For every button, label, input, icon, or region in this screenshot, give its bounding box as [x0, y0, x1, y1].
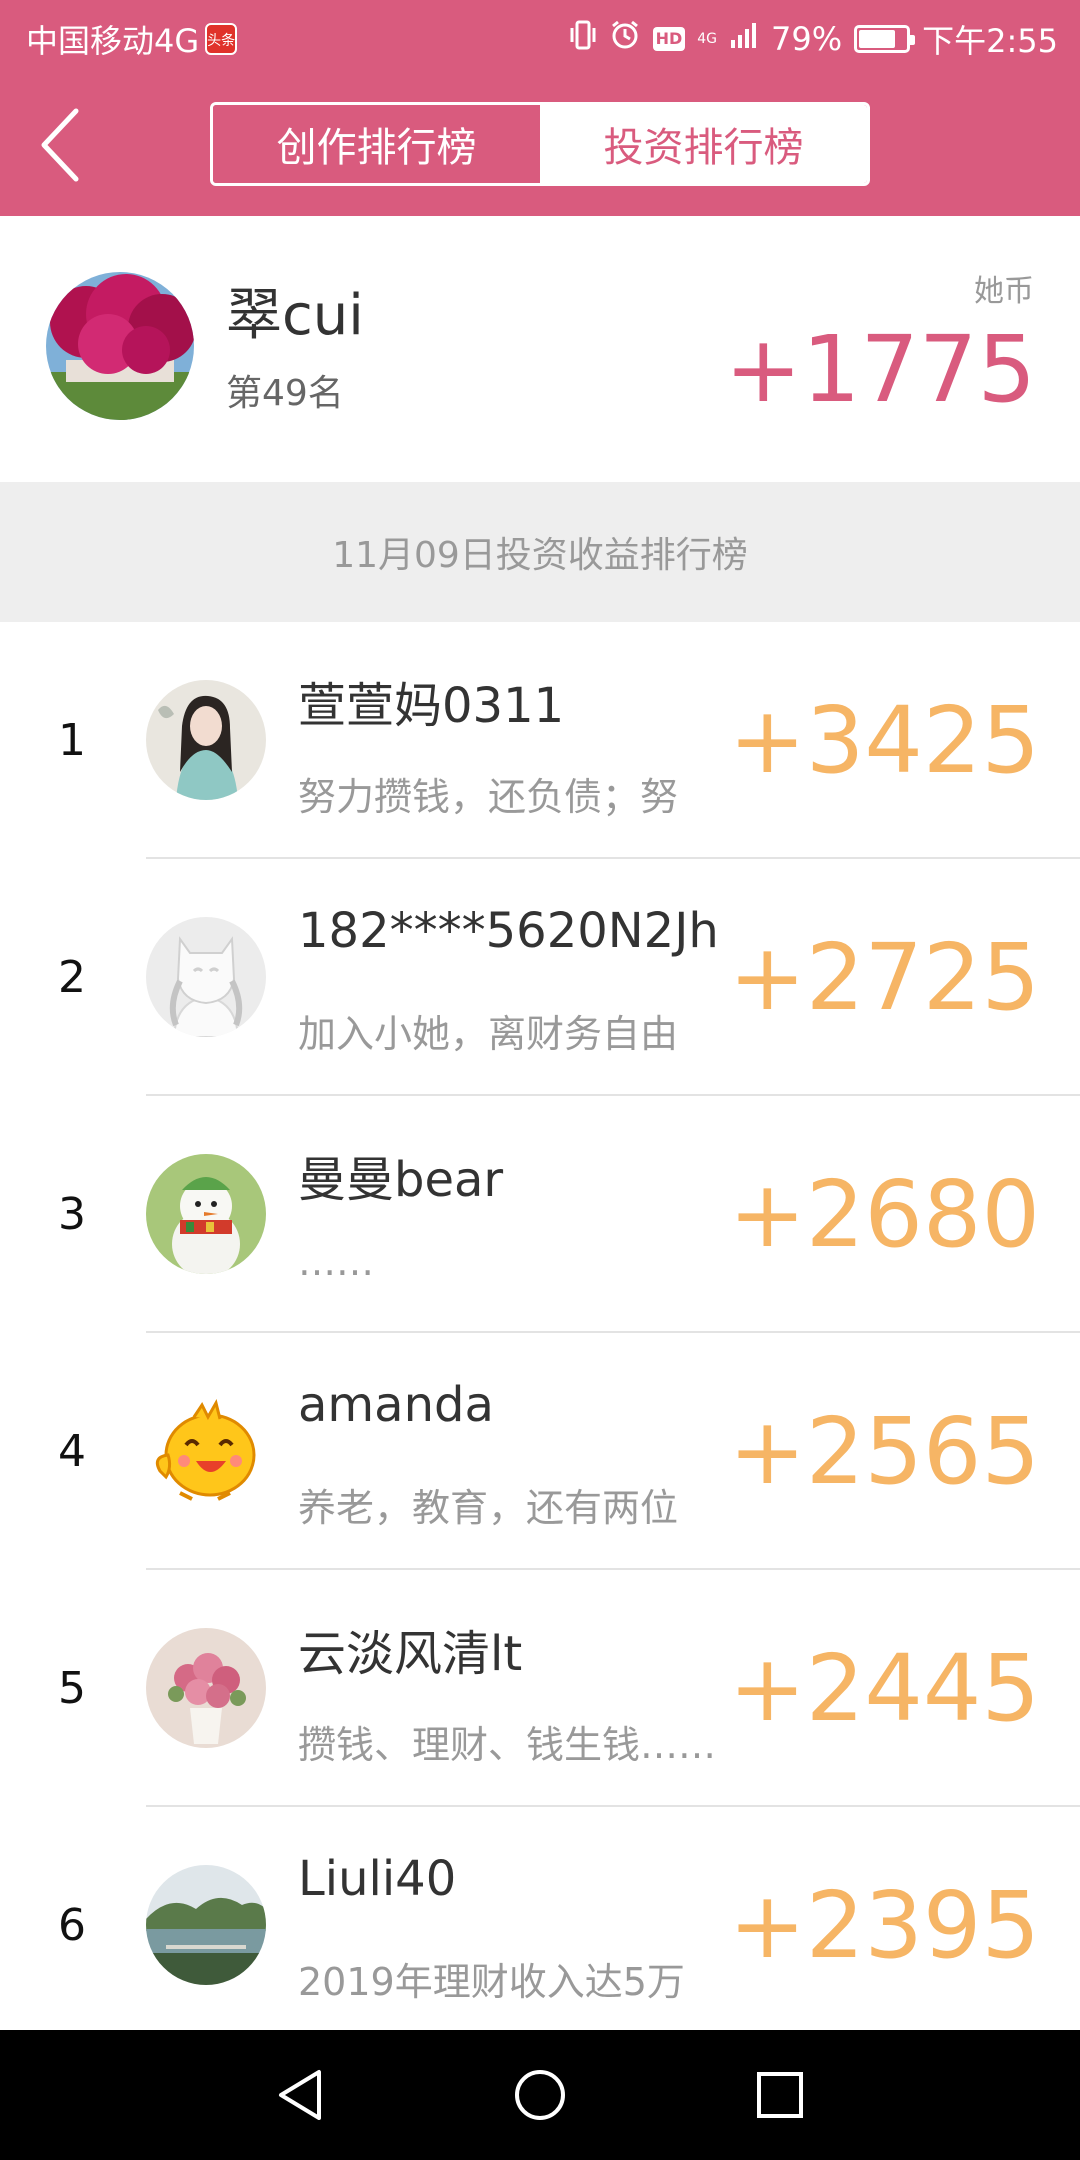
ranking-row[interactable]: 4 amanda 养老，教育，还有两位 +2565 [0, 1333, 1080, 1570]
section-title: 11月09日投资收益排行榜 [0, 482, 1080, 622]
square-recents-icon [757, 2072, 803, 2118]
circle-home-icon [515, 2070, 565, 2120]
battery-icon [854, 25, 916, 53]
my-avatar[interactable] [46, 272, 194, 420]
user-bio: 努力攒钱，还负债；努 [298, 775, 679, 819]
username: 曼曼bear [298, 1152, 504, 1208]
status-bar: 中国移动4G 头条 HD 4G 79% 下午2:55 [0, 0, 1080, 74]
currency-label: 她币 [974, 274, 1034, 309]
rank-number: 4 [58, 1426, 86, 1477]
hd-badge: HD [652, 27, 686, 51]
ranking-row[interactable]: 6 Liuli40 2019年理财收入达5万 +2395 [0, 1807, 1080, 2030]
app-header: 中国移动4G 头条 HD 4G 79% 下午2:55 创作排行榜 投资排行榜 [0, 0, 1080, 216]
user-bio: 加入小她，离财务自由 [298, 1012, 679, 1056]
user-score: +2395 [728, 1872, 1040, 1979]
lake-landscape-avatar[interactable] [146, 1865, 266, 1985]
rank-number: 2 [58, 952, 86, 1003]
ranking-row[interactable]: 1 萱萱妈0311 努力攒钱，还负债；努 +3425 [0, 622, 1080, 859]
nav-back-button[interactable] [270, 2065, 330, 2125]
nav-home-button[interactable] [510, 2065, 570, 2125]
my-rank: 第49名 [226, 373, 344, 414]
rank-number: 1 [58, 715, 86, 766]
woman-portrait-avatar[interactable] [146, 680, 266, 800]
my-score: +1775 [724, 316, 1036, 423]
my-username: 翠cui [226, 283, 364, 348]
username: 云淡风清lt [298, 1626, 523, 1682]
tab-investment-ranking[interactable]: 投资排行榜 [540, 105, 867, 183]
user-bio: 养老，教育，还有两位 [298, 1486, 679, 1530]
rank-number: 5 [58, 1663, 86, 1714]
alarm-icon [609, 19, 641, 59]
triangle-back-icon [279, 2070, 321, 2120]
user-bio: 攒钱、理财、钱生钱…… [298, 1723, 717, 1767]
user-score: +2565 [728, 1398, 1040, 1505]
clock: 下午2:55 [922, 22, 1058, 60]
ranking-row[interactable]: 2 182****5620N2Jh 加入小她，离财务自由 +2725 [0, 859, 1080, 1096]
user-score: +2445 [728, 1635, 1040, 1742]
rose-bouquet-avatar[interactable] [146, 1628, 266, 1748]
username: 萱萱妈0311 [298, 678, 565, 734]
network-type-label: 4G [697, 31, 717, 47]
user-bio: …… [298, 1240, 374, 1284]
snowman-avatar[interactable] [146, 1154, 266, 1274]
rank-number: 6 [58, 1900, 86, 1951]
user-score: +3425 [728, 687, 1040, 794]
battery-level-fill [859, 30, 896, 48]
back-button[interactable] [28, 102, 92, 188]
status-right: HD 4G 79% 下午2:55 [569, 16, 1058, 62]
ranking-row[interactable]: 3 曼曼bear …… +2680 [0, 1096, 1080, 1333]
nav-recents-button[interactable] [750, 2065, 810, 2125]
username: amanda [298, 1377, 494, 1433]
chevron-left-icon [41, 108, 79, 182]
top-nav: 创作排行榜 投资排行榜 [0, 74, 1080, 216]
status-left: 中国移动4G 头条 [26, 16, 238, 62]
rank-number: 3 [58, 1189, 86, 1240]
ranking-tabs: 创作排行榜 投资排行榜 [210, 102, 870, 186]
toutiao-app-icon: 头条 [205, 23, 238, 55]
tab-creation-ranking[interactable]: 创作排行榜 [213, 105, 540, 183]
ranking-row[interactable]: 5 云淡风清lt 攒钱、理财、钱生钱…… +2445 [0, 1570, 1080, 1807]
default-user-avatar[interactable] [146, 917, 266, 1037]
my-rank-card[interactable]: 翠cui 第49名 她币 +1775 [0, 216, 1080, 482]
username: 182****5620N2Jh [298, 903, 719, 959]
ranking-list[interactable]: 1 萱萱妈0311 努力攒钱，还负债；努 +3425 2 182****5620… [0, 622, 1080, 2030]
vibrate-icon [569, 19, 597, 59]
user-bio: 2019年理财收入达5万 [298, 1960, 685, 2004]
system-nav-bar [0, 2030, 1080, 2160]
cartoon-chick-avatar[interactable] [146, 1391, 266, 1511]
user-score: +2680 [728, 1161, 1040, 1268]
battery-percent: 79% [771, 20, 843, 58]
signal-icon [729, 20, 759, 58]
user-score: +2725 [728, 924, 1040, 1031]
username: Liuli40 [298, 1851, 457, 1907]
carrier-label: 中国移动4G [26, 22, 200, 60]
